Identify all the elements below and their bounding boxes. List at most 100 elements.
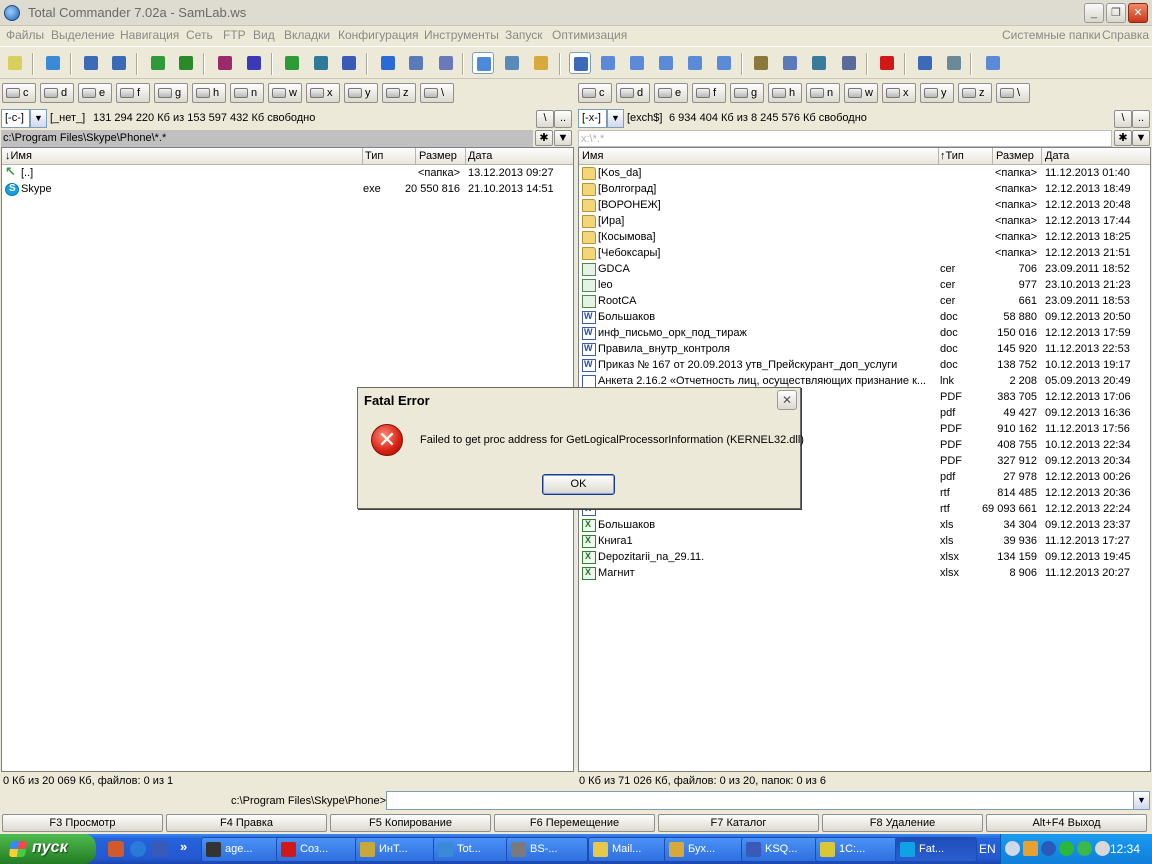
pin-button[interactable]	[472, 52, 494, 74]
right-drive-dropdown-icon[interactable]: ▼	[607, 109, 624, 128]
left-col-type[interactable]: Тип	[365, 150, 383, 162]
tray-network-icon[interactable]	[1041, 841, 1056, 856]
taskbar-task-button[interactable]: age...	[201, 837, 283, 862]
dialog-ok-button[interactable]: OK	[542, 474, 615, 495]
menu-view[interactable]: Вид	[253, 28, 275, 42]
column-divider[interactable]	[992, 148, 993, 165]
file-row[interactable]: [Косымова] <папка> 12.12.2013 18:25	[579, 230, 1150, 246]
file-row[interactable]: Магнитxlsx8 90611.12.2013 20:27	[579, 566, 1150, 582]
folder-sync-button[interactable]	[713, 52, 735, 74]
column-divider[interactable]	[362, 148, 363, 165]
bulb-button[interactable]	[4, 52, 26, 74]
left-drive-button[interactable]: n	[230, 83, 264, 103]
menu-optimization[interactable]: Оптимизация	[552, 28, 627, 42]
left-drive-button[interactable]: \	[420, 83, 454, 103]
menu-tabs[interactable]: Вкладки	[284, 28, 330, 42]
right-path[interactable]: x:\*.*	[578, 130, 1112, 147]
left-drive-button[interactable]: w	[268, 83, 302, 103]
dialog-close-button[interactable]: ✕	[777, 390, 797, 410]
file-row[interactable]: leo cer 977 23.10.2013 21:23	[579, 278, 1150, 294]
globe-button[interactable]	[982, 52, 1004, 74]
left-drive-select[interactable]: [-c-]	[1, 109, 30, 128]
forward-button[interactable]	[108, 52, 130, 74]
edit-button[interactable]	[914, 52, 936, 74]
column-divider[interactable]	[415, 148, 416, 165]
package-button[interactable]	[175, 52, 197, 74]
right-drive-button[interactable]: f	[692, 83, 726, 103]
f5-copy-button[interactable]: F5 Копирование	[330, 814, 491, 832]
ftp-button[interactable]	[405, 52, 427, 74]
menu-help[interactable]: Справка	[1102, 28, 1149, 42]
left-col-date[interactable]: Дата	[468, 150, 492, 162]
taskbar-task-button[interactable]: Fat...	[895, 837, 977, 862]
file-row[interactable]: Правила_внутр_контроляdoc145 92011.12.20…	[579, 342, 1150, 358]
quicklaunch-save-icon[interactable]	[152, 841, 168, 857]
menu-launch[interactable]: Запуск	[505, 28, 543, 42]
taskbar-task-button[interactable]: Соз...	[276, 837, 358, 862]
taskbar-task-button[interactable]: 1С:...	[815, 837, 897, 862]
left-history-icon[interactable]: ✱	[535, 130, 553, 146]
find-button[interactable]	[779, 52, 801, 74]
f8-delete-button[interactable]: F8 Удаление	[822, 814, 983, 832]
left-drive-dropdown-icon[interactable]: ▼	[30, 109, 47, 128]
taskbar-task-button[interactable]: Tot...	[433, 837, 515, 862]
left-root-button[interactable]: \	[536, 110, 554, 128]
taskbar-task-button[interactable]: BS-...	[506, 837, 588, 862]
file-row[interactable]: [Чебоксары] <папка> 12.12.2013 21:51	[579, 246, 1150, 262]
left-drive-button[interactable]: f	[116, 83, 150, 103]
browser-button[interactable]	[377, 52, 399, 74]
right-drive-button[interactable]: c	[578, 83, 612, 103]
taskbar-task-button[interactable]: ИнТ...	[355, 837, 437, 862]
network-button[interactable]	[147, 52, 169, 74]
f6-move-button[interactable]: F6 Перемещение	[494, 814, 655, 832]
column-divider[interactable]	[938, 148, 939, 165]
command-line-input[interactable]	[386, 791, 1134, 810]
maximize-button[interactable]: ❐	[1106, 3, 1126, 23]
delete-button[interactable]	[876, 52, 898, 74]
minimize-button[interactable]: _	[1084, 3, 1104, 23]
panel-button[interactable]	[569, 52, 591, 74]
quicklaunch-tool-icon[interactable]	[108, 841, 124, 857]
right-drive-button[interactable]: h	[768, 83, 802, 103]
folder-move-button[interactable]	[655, 52, 677, 74]
menu-selection[interactable]: Выделение	[51, 28, 115, 42]
right-drive-button[interactable]: d	[616, 83, 650, 103]
file-row[interactable]: [Волгоград] <папка> 12.12.2013 18:49	[579, 182, 1150, 198]
sort-az-button[interactable]	[310, 52, 332, 74]
menu-system-folders[interactable]: Системные папки	[1002, 28, 1101, 42]
column-divider[interactable]	[1041, 148, 1042, 165]
f4-edit-button[interactable]: F4 Правка	[166, 814, 327, 832]
back-button[interactable]	[80, 52, 102, 74]
taskbar-task-button[interactable]: Бух...	[664, 837, 746, 862]
settings-button[interactable]	[838, 52, 860, 74]
grid-button[interactable]	[808, 52, 830, 74]
left-drive-button[interactable]: y	[344, 83, 378, 103]
language-indicator[interactable]: EN	[979, 842, 996, 856]
sort-button[interactable]	[281, 52, 303, 74]
column-divider[interactable]	[465, 148, 466, 165]
right-col-date[interactable]: Дата	[1045, 150, 1069, 162]
notepad-button[interactable]	[435, 52, 457, 74]
left-drive-button[interactable]: x	[306, 83, 340, 103]
left-drive-button[interactable]: d	[40, 83, 74, 103]
archive-button[interactable]	[214, 52, 236, 74]
command-history-dropdown-icon[interactable]: ▼	[1133, 791, 1150, 810]
right-drive-button[interactable]: y	[920, 83, 954, 103]
right-drive-button[interactable]: \	[996, 83, 1030, 103]
tray-volume-icon[interactable]	[1095, 841, 1110, 856]
tools-button[interactable]	[750, 52, 772, 74]
search-button[interactable]	[501, 52, 523, 74]
right-parent-button[interactable]: ..	[1132, 110, 1150, 128]
tray-antivirus-icon[interactable]	[1077, 841, 1092, 856]
quicklaunch-ie-icon[interactable]	[130, 841, 146, 857]
left-col-name[interactable]: ↓Имя	[5, 150, 32, 162]
left-drive-button[interactable]: h	[192, 83, 226, 103]
right-history-dropdown-icon[interactable]: ▼	[1132, 130, 1150, 146]
menu-network[interactable]: Сеть	[186, 28, 213, 42]
config-button[interactable]	[943, 52, 965, 74]
select-button[interactable]	[338, 52, 360, 74]
quicklaunch-more-icon[interactable]: »	[180, 839, 187, 854]
left-history-dropdown-icon[interactable]: ▼	[554, 130, 572, 146]
f7-mkdir-button[interactable]: F7 Каталог	[658, 814, 819, 832]
menu-navigation[interactable]: Навигация	[120, 28, 179, 42]
